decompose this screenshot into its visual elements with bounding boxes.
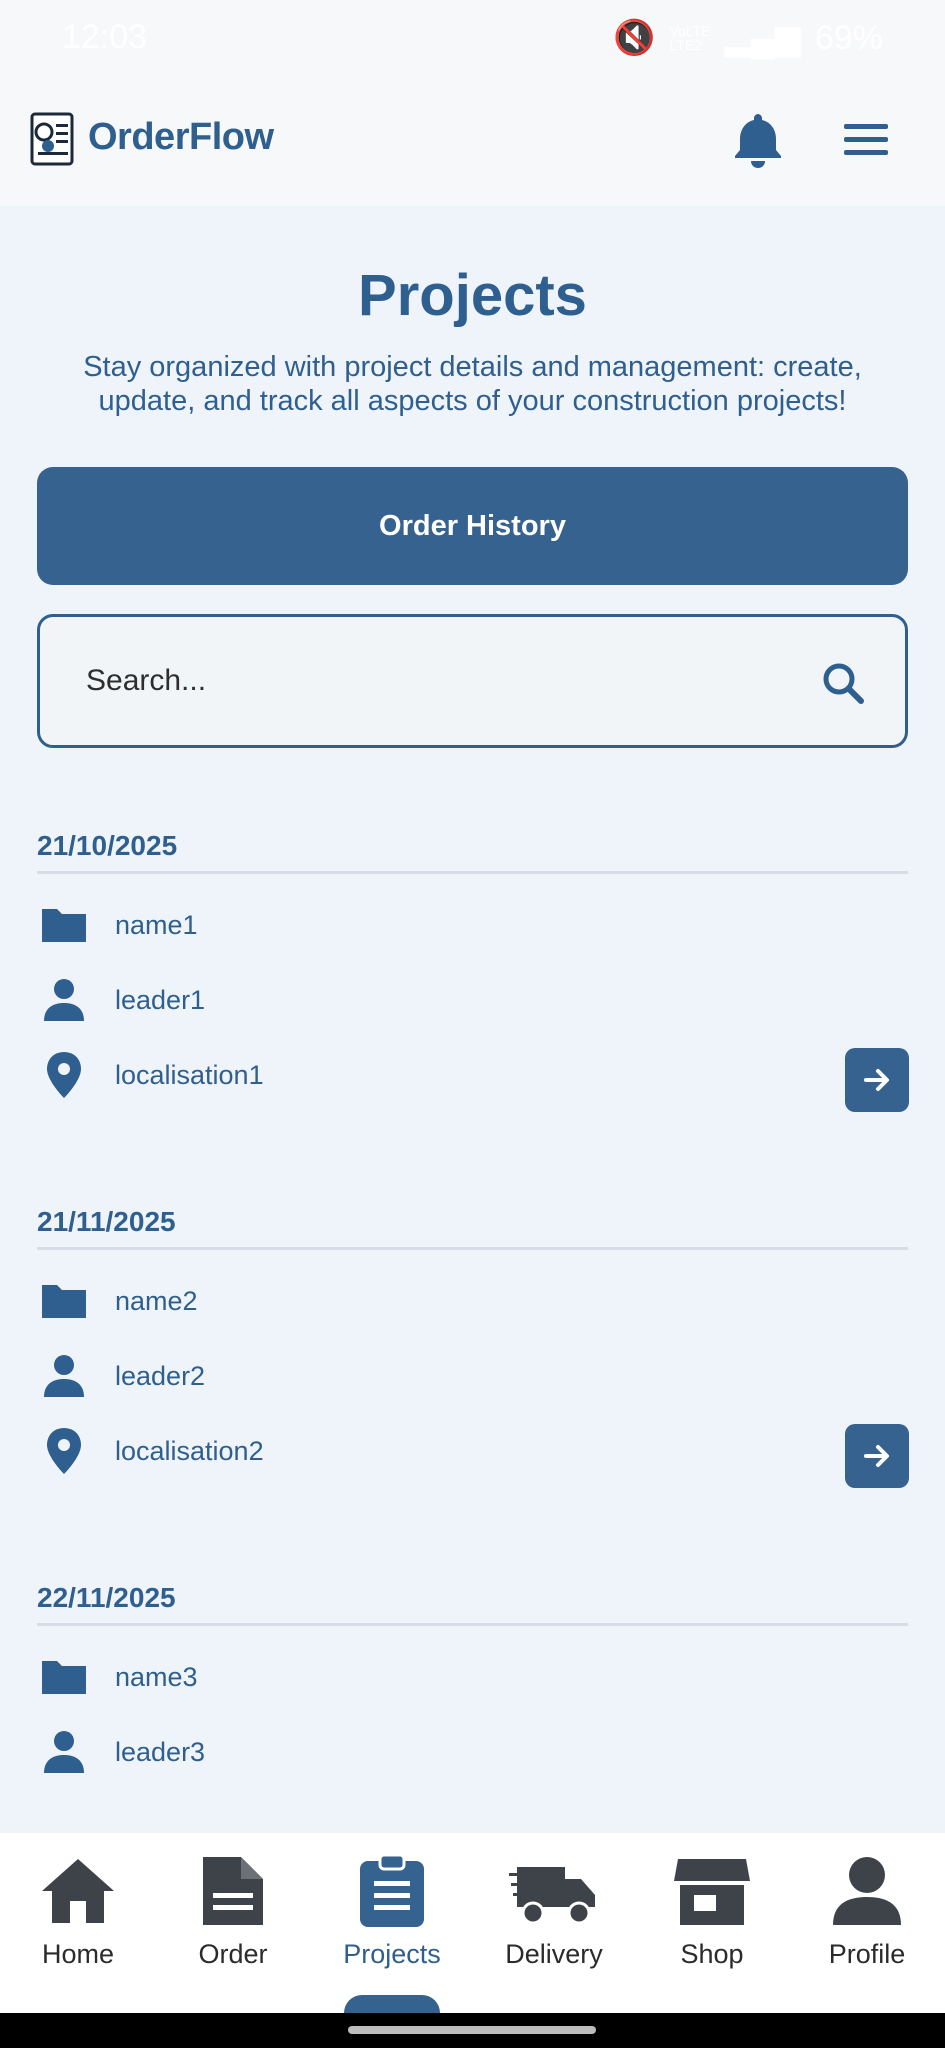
nav-order[interactable]: Order (158, 1855, 308, 1995)
nav-label: Order (198, 1939, 268, 1969)
project-leader-row: leader1 (37, 975, 737, 1025)
project-location-row: localisation1 (37, 1050, 737, 1100)
project-name: name3 (115, 1662, 198, 1692)
folder-icon (42, 1285, 86, 1318)
app-header: OrderFlow (0, 76, 945, 206)
store-icon (674, 1859, 750, 1925)
mute-icon: 🔇 (613, 19, 656, 57)
project-leader-row: leader2 (37, 1351, 737, 1401)
truck-icon (509, 1867, 595, 1925)
nav-label: Profile (828, 1939, 906, 1969)
logo-icon[interactable] (28, 110, 78, 168)
project-name-row: name3 (37, 1652, 737, 1702)
person-icon (833, 1857, 901, 1925)
project-divider (37, 1247, 908, 1250)
status-bar: 12:03 🔇 VoLTE LTE2 ▂▄▆ 69% (0, 0, 945, 76)
active-tab-indicator (344, 1995, 440, 2013)
bottom-nav: Home Order Projects Delivery Shop Profil… (0, 1833, 945, 2013)
home-icon (42, 1859, 114, 1923)
project-divider (37, 1623, 908, 1626)
nav-label: Delivery (505, 1939, 603, 1969)
home-gesture-handle[interactable] (348, 2026, 596, 2034)
search-icon[interactable] (821, 661, 865, 705)
project-name-row: name2 (37, 1276, 737, 1326)
nav-profile[interactable]: Profile (792, 1855, 942, 1995)
nav-delivery[interactable]: Delivery (479, 1855, 629, 1995)
page-title: Projects (358, 263, 587, 328)
project-date: 21/11/2025 (37, 1206, 176, 1237)
page-subtitle: Stay organized with project details and … (83, 351, 862, 417)
folder-icon (42, 1661, 86, 1694)
nav-label: Shop (680, 1939, 744, 1969)
person-icon (44, 1355, 84, 1397)
open-project-button[interactable] (845, 1424, 909, 1488)
arrow-right-icon (864, 1445, 889, 1467)
arrow-right-icon (864, 1069, 889, 1091)
clipboard-icon (360, 1855, 424, 1927)
project-location-row: localisation2 (37, 1426, 737, 1476)
gesture-bar (0, 2013, 945, 2048)
location-pin-icon (47, 1052, 81, 1098)
folder-icon (42, 909, 86, 942)
search-box (37, 614, 908, 748)
app-brand[interactable]: OrderFlow (88, 116, 274, 159)
network-indicator: VoLTE LTE2 (669, 23, 711, 53)
nav-projects[interactable]: Projects (317, 1855, 467, 1995)
nav-label: Home (41, 1939, 115, 1969)
status-indicators: 🔇 VoLTE LTE2 ▂▄▆ 69% (613, 18, 883, 58)
project-location: localisation2 (115, 1436, 264, 1466)
project-divider (37, 871, 908, 874)
person-icon (44, 979, 84, 1021)
project-leader: leader3 (115, 1737, 206, 1767)
open-project-button[interactable] (845, 1048, 909, 1112)
project-leader: leader1 (115, 985, 206, 1015)
signal-icon: ▂▄▆ (724, 19, 801, 57)
project-name-row: name1 (37, 900, 737, 950)
nav-home[interactable]: Home (3, 1855, 153, 1995)
project-name: name1 (115, 910, 198, 940)
project-date: 21/10/2025 (37, 830, 178, 861)
project-location: localisation1 (115, 1060, 264, 1090)
location-pin-icon (47, 1428, 81, 1474)
bell-icon[interactable] (730, 110, 786, 170)
document-icon (203, 1857, 263, 1925)
project-leader-row: leader3 (37, 1727, 737, 1777)
person-icon (44, 1731, 84, 1773)
nav-shop[interactable]: Shop (637, 1855, 787, 1995)
menu-icon[interactable] (842, 120, 890, 160)
project-leader: leader2 (115, 1361, 206, 1391)
battery-level: 69% (814, 18, 883, 57)
nav-label: Projects (343, 1939, 441, 1969)
project-date: 22/11/2025 (37, 1582, 176, 1613)
status-time: 12:03 (62, 18, 148, 56)
search-input[interactable] (86, 653, 786, 709)
order-history-button[interactable]: Order History (37, 467, 908, 585)
project-name: name2 (115, 1286, 198, 1316)
